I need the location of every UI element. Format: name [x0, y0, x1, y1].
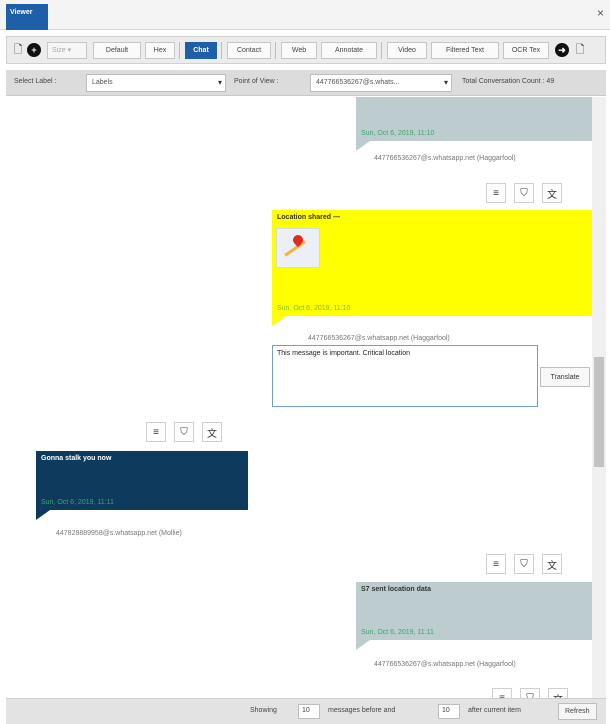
translate-icon[interactable]: 文 [542, 554, 562, 574]
size-select-value: Size [52, 47, 66, 54]
message-timestamp: Sun, Oct 6, 2019, 11:11 [41, 499, 114, 506]
message-sender: 447766536267@s.whatsapp.net (Haggarfool) [374, 155, 516, 162]
message-title: Gonna stalk you now [41, 455, 112, 462]
default-view-button[interactable]: Default [93, 42, 141, 59]
message-sender: 447828889958@s.whatsapp.net (Mollie) [56, 530, 182, 537]
tag-icon[interactable]: ⛉ [174, 422, 194, 442]
labels-select[interactable]: Labels ▾ [86, 74, 226, 92]
message-bubble-incoming[interactable]: Gonna stalk you now Sun, Oct 6, 2019, 11… [36, 451, 248, 520]
bubble-tail [36, 510, 50, 520]
contact-view-button[interactable]: Contact [227, 42, 271, 59]
title-bar: Viewer × [0, 0, 610, 30]
message-timestamp: Sun, Oct 6, 2019, 11:11 [361, 629, 434, 636]
select-label-label: Select Label : [14, 78, 57, 85]
refresh-button[interactable]: Refresh [558, 703, 597, 720]
toolbar-separator [381, 42, 382, 59]
chevron-down-icon: ▾ [217, 78, 222, 87]
showing-label: Showing [250, 707, 277, 714]
document-icon[interactable]: 🗋 [11, 43, 25, 57]
point-of-view-label: Point of View : [234, 78, 279, 85]
chat-view-button[interactable]: Chat [185, 42, 217, 59]
message-actions: ≡ ⛉ 文 [492, 688, 568, 698]
messages-before-label: messages before and [328, 707, 396, 714]
message-timestamp: Sun, Oct 6, 2019, 11:10 [277, 305, 351, 312]
translate-icon[interactable]: 文 [548, 688, 568, 698]
bubble-tail [356, 141, 370, 151]
annotation-textarea[interactable]: This message is important. Critical loca… [272, 345, 538, 407]
tag-icon[interactable]: ⛉ [520, 688, 540, 698]
messages-after-label: after current item [468, 707, 521, 714]
chat-scrollbar[interactable] [592, 97, 606, 698]
messages-before-input[interactable]: 10 [298, 704, 320, 719]
ocr-text-view-button[interactable]: OCR Tex [503, 42, 549, 59]
video-view-button[interactable]: Video [387, 42, 427, 59]
filter-bar: Select Label : Labels ▾ Point of View : … [6, 70, 606, 96]
message-title-text: Location shared [277, 214, 332, 221]
message-timestamp: Sun, Oct 6, 2019, 11:10 [361, 130, 435, 137]
bubble-tail [272, 316, 286, 326]
translate-icon[interactable]: 文 [202, 422, 222, 442]
translate-icon[interactable]: 文 [542, 183, 562, 203]
message-sender: 447766536267@s.whatsapp.net (Haggarfool) [374, 661, 516, 668]
hex-view-button[interactable]: Hex [145, 42, 175, 59]
message-actions: ≡ ⛉ 文 [486, 554, 562, 574]
message-actions: ≡ ⛉ 文 [486, 183, 562, 203]
message-sender: 447766536267@s.whatsapp.net (Haggarfool) [308, 335, 450, 342]
message-bubble[interactable]: Sun, Oct 6, 2019, 11:10 [356, 97, 592, 151]
message-actions: ≡ ⛉ 文 [146, 422, 222, 442]
messages-after-input[interactable]: 10 [438, 704, 460, 719]
labels-select-value: Labels [92, 79, 113, 86]
annotate-icon[interactable]: ≡ [146, 422, 166, 442]
view-toolbar: 🗋 + Size ▾ Default Hex Chat Contact Web … [6, 36, 606, 64]
scrollbar-thumb[interactable] [594, 357, 604, 467]
map-pin-icon [290, 232, 306, 248]
annotate-view-button[interactable]: Annotate [321, 42, 377, 59]
message-bubble-highlighted[interactable]: Location shared — Sun, Oct 6, 2019, 11:1… [272, 210, 592, 326]
translate-button[interactable]: Translate [540, 367, 590, 387]
location-map-image[interactable] [276, 228, 320, 268]
bubble-tail [356, 640, 370, 650]
point-of-view-select[interactable]: 447766536267@s.whats... ▾ [310, 74, 452, 92]
close-icon[interactable]: × [597, 6, 604, 20]
status-bar: Showing 10 messages before and 10 after … [6, 698, 606, 724]
annotate-icon[interactable]: ≡ [486, 554, 506, 574]
size-select[interactable]: Size ▾ [47, 42, 87, 59]
message-title: S7 sent location data [361, 586, 432, 593]
web-view-button[interactable]: Web [281, 42, 317, 59]
arrow-right-circle-icon[interactable]: ➜ [555, 43, 569, 57]
message-title: Location shared — [277, 214, 587, 221]
point-of-view-value: 447766536267@s.whats... [316, 79, 400, 86]
toolbar-separator [179, 42, 180, 59]
message-title-suffix: — [333, 214, 341, 221]
message-bubble[interactable]: S7 sent location data Sun, Oct 6, 2019, … [356, 582, 592, 650]
tag-icon[interactable]: ⛉ [514, 183, 534, 203]
conversation-count: Total Conversation Count : 49 [462, 78, 555, 85]
chevron-down-icon: ▾ [443, 78, 448, 87]
add-circle-icon[interactable]: + [27, 43, 41, 57]
tag-icon[interactable]: ⛉ [514, 554, 534, 574]
filtered-text-view-button[interactable]: Filtered Text [431, 42, 499, 59]
toolbar-separator [275, 42, 276, 59]
annotate-icon[interactable]: ≡ [492, 688, 512, 698]
annotate-icon[interactable]: ≡ [486, 183, 506, 203]
viewer-tab[interactable]: Viewer [6, 4, 48, 30]
document-icon[interactable]: 🗋 [573, 43, 587, 57]
toolbar-separator [221, 42, 222, 59]
